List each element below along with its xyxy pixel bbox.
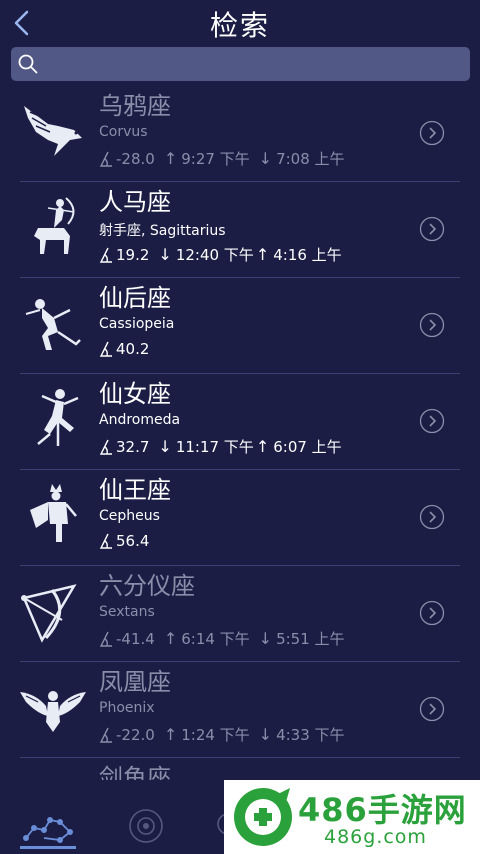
altitude-value: -22.0: [116, 725, 155, 744]
phoenix-icon: [20, 691, 86, 732]
queen-icon: [25, 299, 81, 350]
watermark-url: 486g.com: [324, 826, 427, 848]
constellation-name: 剑鱼座: [99, 764, 171, 780]
set-time: 5:51 上午: [276, 630, 345, 648]
chevron-right-circle-icon[interactable]: [419, 408, 445, 434]
constellation-name: 仙后座: [99, 284, 171, 312]
set-time: 7:08 上午: [276, 150, 345, 168]
watermark-brand: 486手游网: [298, 791, 467, 829]
altitude-value: 56.4: [116, 532, 150, 550]
crow-icon: [24, 106, 82, 156]
altitude-icon: [99, 341, 112, 357]
header: 检索: [0, 0, 480, 46]
altitude-icon: [99, 727, 112, 743]
chevron-right-circle-icon[interactable]: [419, 600, 445, 626]
tab-indicator: [20, 846, 76, 849]
list-item[interactable]: 剑鱼座: [0, 758, 480, 780]
chevron-right-circle-icon[interactable]: [419, 120, 445, 146]
watermark: 486手游网 486g.com: [224, 780, 480, 854]
set-time: 4:16 上午: [273, 246, 342, 264]
rise-time: 6:14 下午: [181, 630, 250, 648]
search-bar[interactable]: [11, 47, 470, 81]
altitude-value: -28.0: [116, 149, 155, 168]
rise-time: 11:17 下午: [175, 438, 254, 456]
list-item[interactable]: 凤凰座 Phoenix -22.0 ↑ 1:24 下午 ↓ 4:33 下午: [0, 662, 480, 758]
list-item[interactable]: 仙王座 Cepheus 56.4: [0, 470, 480, 566]
constellation-info: -28.0 ↑ 9:27 下午 ↓ 7:08 上午: [99, 148, 345, 169]
rise-time: 1:24 下午: [181, 726, 250, 744]
altitude-icon: [99, 151, 112, 167]
list-item[interactable]: 仙后座 Cassiopeia 40.2: [0, 278, 480, 374]
chevron-right-circle-icon[interactable]: [419, 312, 445, 338]
constellation-info: -41.4 ↑ 6:14 下午 ↓ 5:51 上午: [99, 628, 345, 649]
constellation-subtitle: Phoenix: [99, 700, 155, 716]
constellation-info: 40.2: [99, 340, 149, 358]
list-item[interactable]: 人马座 射手座, Sagittarius 19.2 ↓ 12:40 下午 ↑ 4…: [0, 182, 480, 278]
rise-time: 9:27 下午: [181, 150, 250, 168]
constellation-name: 六分仪座: [99, 572, 195, 600]
constellation-name: 人马座: [99, 188, 171, 216]
planet-tab-icon[interactable]: [124, 784, 168, 844]
swordfish-icon: [18, 768, 88, 780]
constellation-name: 仙女座: [99, 380, 171, 408]
constellation-subtitle: Sextans: [99, 604, 155, 620]
altitude-icon: [99, 247, 112, 263]
altitude-value: 19.2: [116, 245, 150, 264]
altitude-icon: [99, 533, 112, 549]
constellation-name: 乌鸦座: [99, 92, 171, 120]
altitude-icon: [99, 631, 112, 647]
constellation-subtitle: Andromeda: [99, 412, 181, 428]
constellation-info: 19.2 ↓ 12:40 下午 ↑ 4:16 上午: [99, 244, 342, 265]
constellation-subtitle: Cepheus: [99, 508, 160, 524]
rise-arrow-icon: ↑: [163, 149, 178, 168]
constellation-info: -22.0 ↑ 1:24 下午 ↓ 4:33 下午: [99, 724, 345, 745]
brand-logo-icon: [234, 788, 292, 846]
constellation-info: 56.4: [99, 532, 149, 550]
set-arrow-icon: ↓: [258, 725, 273, 744]
constellation-subtitle: Corvus: [99, 124, 148, 140]
set-arrow-icon: ↑: [255, 245, 270, 264]
chevron-right-circle-icon[interactable]: [419, 216, 445, 242]
king-icon: [30, 484, 77, 542]
constellation-info: 32.7 ↓ 11:17 下午 ↑ 6:07 上午: [99, 436, 342, 457]
rise-arrow-icon: ↓: [158, 437, 172, 456]
constellation-name: 凤凰座: [99, 668, 171, 696]
sextant-icon: [21, 584, 77, 643]
maiden-icon: [37, 389, 79, 446]
constellation-name: 仙王座: [99, 476, 171, 504]
rise-arrow-icon: ↑: [163, 629, 178, 648]
rise-time: 12:40 下午: [175, 246, 254, 264]
list-item[interactable]: 仙女座 Andromeda 32.7 ↓ 11:17 下午 ↑ 6:07 上午: [0, 374, 480, 470]
constellation-subtitle: 射手座, Sagittarius: [99, 223, 226, 239]
page-title: 检索: [209, 9, 270, 42]
rise-arrow-icon: ↑: [163, 725, 178, 744]
set-time: 4:33 下午: [276, 726, 345, 744]
chevron-right-circle-icon[interactable]: [419, 696, 445, 722]
altitude-value: 40.2: [116, 340, 150, 358]
list-item[interactable]: 乌鸦座 Corvus -28.0 ↑ 9:27 下午 ↓ 7:08 上午: [0, 86, 480, 182]
altitude-value: -41.4: [116, 629, 155, 648]
search-input[interactable]: [51, 51, 465, 79]
set-arrow-icon: ↑: [255, 437, 270, 456]
list-item[interactable]: 六分仪座 Sextans -41.4 ↑ 6:14 下午 ↓ 5:51 上午: [0, 566, 480, 662]
set-arrow-icon: ↓: [258, 149, 273, 168]
constellation-list[interactable]: 乌鸦座 Corvus -28.0 ↑ 9:27 下午 ↓ 7:08 上午 人马座…: [0, 86, 480, 780]
set-arrow-icon: ↓: [258, 629, 273, 648]
centaur-archer-icon: [34, 197, 75, 254]
constellation-tab-icon[interactable]: [20, 784, 76, 844]
altitude-value: 32.7: [116, 437, 150, 456]
rise-arrow-icon: ↓: [158, 245, 172, 264]
chevron-right-circle-icon[interactable]: [419, 504, 445, 530]
altitude-icon: [99, 439, 112, 455]
set-time: 6:07 上午: [273, 438, 342, 456]
search-icon: [18, 54, 38, 74]
constellation-subtitle: Cassiopeia: [99, 316, 175, 332]
